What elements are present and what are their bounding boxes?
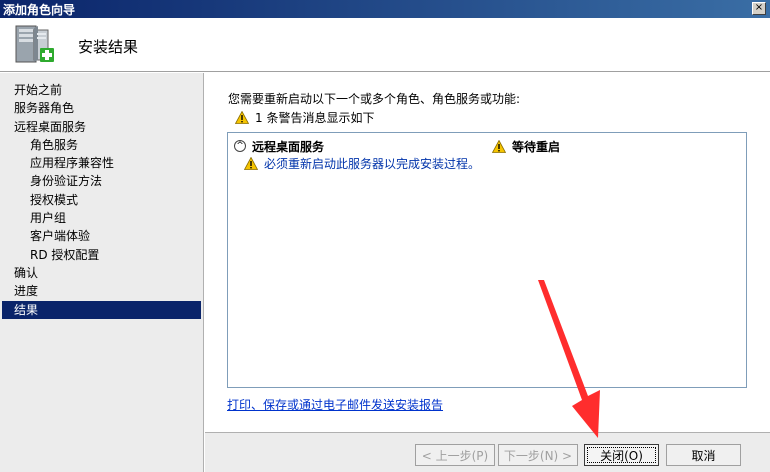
- result-row-remote-desktop: ^ 远程桌面服务 等待重启: [234, 138, 744, 154]
- window-title: 添加角色向导: [3, 2, 76, 17]
- nav-item-progress[interactable]: 进度: [0, 282, 203, 300]
- nav-item-confirmation[interactable]: 确认: [0, 264, 203, 282]
- result-message-text: 必须重新启动此服务器以完成安装过程。: [264, 157, 481, 171]
- nav-item-rd-licensing-config[interactable]: RD 授权配置: [0, 246, 203, 264]
- warning-summary: 1 条警告消息显示如下: [235, 109, 374, 126]
- nav-item-authentication-method[interactable]: 身份验证方法: [0, 172, 203, 190]
- nav-item-role-services[interactable]: 角色服务: [0, 136, 203, 154]
- title-bar: 添加角色向导 ×: [0, 0, 770, 18]
- restart-notice: 您需要重新启动以下一个或多个角色、角色服务或功能:: [228, 92, 521, 106]
- wizard-step-nav: 开始之前 服务器角色 远程桌面服务 角色服务 应用程序兼容性 身份验证方法 授权…: [0, 73, 204, 472]
- nav-item-app-compatibility[interactable]: 应用程序兼容性: [0, 154, 203, 172]
- installation-results-list[interactable]: ^ 远程桌面服务 等待重启 必须重新启动此服务器以完成安装过程。: [227, 132, 747, 388]
- nav-item-server-roles[interactable]: 服务器角色: [0, 99, 203, 117]
- warning-icon: [235, 111, 249, 124]
- cancel-button[interactable]: 取消: [666, 444, 741, 466]
- nav-item-before-you-begin[interactable]: 开始之前: [0, 81, 203, 99]
- warning-icon: [244, 157, 258, 170]
- page-title: 安装结果: [78, 38, 139, 56]
- warning-icon: [492, 139, 506, 153]
- wizard-header: 安装结果: [0, 18, 770, 72]
- wizard-button-bar: < 上一步(P) 下一步(N) > 关闭(O) 取消: [205, 432, 770, 472]
- results-panel: 您需要重新启动以下一个或多个角色、角色服务或功能: 1 条警告消息显示如下 ^ …: [205, 73, 770, 472]
- role-status: 等待重启: [492, 138, 560, 155]
- previous-button[interactable]: < 上一步(P): [415, 444, 495, 466]
- warning-count-text: 1 条警告消息显示如下: [255, 111, 375, 125]
- collapse-icon[interactable]: ^: [234, 140, 246, 152]
- nav-item-results[interactable]: 结果: [2, 300, 201, 319]
- close-button[interactable]: 关闭(O): [584, 444, 659, 466]
- role-name: 远程桌面服务: [252, 139, 325, 154]
- nav-item-licensing-mode[interactable]: 授权模式: [0, 191, 203, 209]
- next-button[interactable]: 下一步(N) >: [498, 444, 578, 466]
- installation-report-link[interactable]: 打印、保存或通过电子邮件发送安装报告: [227, 396, 443, 413]
- status-text: 等待重启: [512, 139, 561, 154]
- window-close-button[interactable]: ×: [752, 2, 766, 15]
- result-message: 必须重新启动此服务器以完成安装过程。: [244, 155, 480, 172]
- nav-item-client-experience[interactable]: 客户端体验: [0, 227, 203, 245]
- nav-item-remote-desktop-services[interactable]: 远程桌面服务: [0, 118, 203, 136]
- server-add-icon: [15, 25, 54, 63]
- nav-item-user-groups[interactable]: 用户组: [0, 209, 203, 227]
